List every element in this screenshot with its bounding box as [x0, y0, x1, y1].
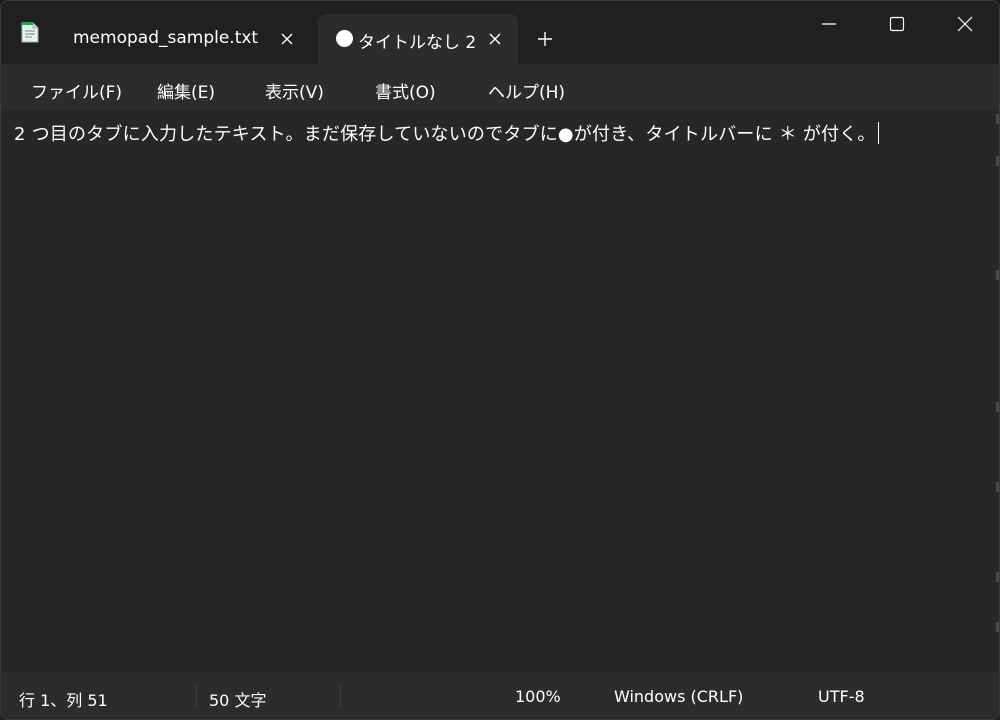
text-editor[interactable]: 2 つ目のタブに入力したテキスト。まだ保存していないのでタブに●が付き、タイトル…	[1, 110, 999, 672]
line-ending[interactable]: Windows (CRLF)	[614, 687, 743, 706]
scroll-marker	[996, 156, 999, 166]
status-divider	[340, 685, 341, 709]
tab-untitled-2[interactable]: タイトルなし 2	[318, 14, 518, 64]
editor-line-1: 2 つ目のタブに入力したテキスト。まだ保存していないのでタブに●が付き、タイトル…	[14, 124, 876, 145]
tab-label: memopad_sample.txt	[73, 28, 259, 48]
close-button[interactable]	[931, 1, 999, 47]
encoding[interactable]: UTF-8	[818, 687, 865, 706]
tab-label: タイトルなし 2	[358, 33, 477, 53]
menu-format[interactable]: 書式(O)	[375, 78, 436, 103]
maximize-icon	[889, 16, 905, 32]
text-caret	[877, 122, 879, 144]
maximize-button[interactable]	[863, 1, 931, 47]
scroll-marker	[996, 482, 999, 492]
close-icon	[957, 16, 973, 32]
notepad-window: memopad_sample.txt タイトルなし 2 ファイル(F) 編集(E…	[0, 0, 1000, 720]
menu-file[interactable]: ファイル(F)	[31, 78, 122, 103]
menu-help[interactable]: ヘルプ(H)	[488, 78, 565, 103]
tab-memopad-sample[interactable]: memopad_sample.txt	[57, 14, 315, 64]
scroll-marker	[996, 622, 999, 632]
minimize-icon	[822, 23, 836, 25]
unsaved-dot-icon	[336, 30, 353, 47]
editor-content[interactable]: 2 つ目のタブに入力したテキスト。まだ保存していないのでタブに●が付き、タイトル…	[14, 120, 879, 146]
plus-icon	[538, 32, 552, 46]
scroll-marker	[996, 114, 999, 124]
new-tab-button[interactable]	[533, 27, 557, 51]
cursor-position: 行 1、列 51	[19, 691, 108, 710]
character-count: 50 文字	[209, 691, 267, 710]
zoom-level[interactable]: 100%	[515, 687, 561, 706]
scroll-marker	[996, 402, 999, 412]
scroll-marker	[996, 572, 999, 582]
status-divider	[196, 685, 197, 709]
tab-close-icon[interactable]	[277, 29, 297, 49]
menu-bar: ファイル(F) 編集(E) 表示(V) 書式(O) ヘルプ(H)	[1, 64, 999, 110]
menu-edit[interactable]: 編集(E)	[157, 78, 215, 103]
scroll-marker	[996, 270, 999, 280]
vertical-scrollbar[interactable]	[995, 110, 999, 672]
minimize-button[interactable]	[795, 1, 863, 47]
tab-close-icon[interactable]	[485, 29, 505, 49]
title-bar: memopad_sample.txt タイトルなし 2	[1, 1, 999, 64]
notepad-icon	[21, 21, 39, 43]
menu-view[interactable]: 表示(V)	[265, 78, 324, 103]
status-bar: 行 1、列 51 50 文字 100% Windows (CRLF) UTF-8	[1, 672, 999, 719]
